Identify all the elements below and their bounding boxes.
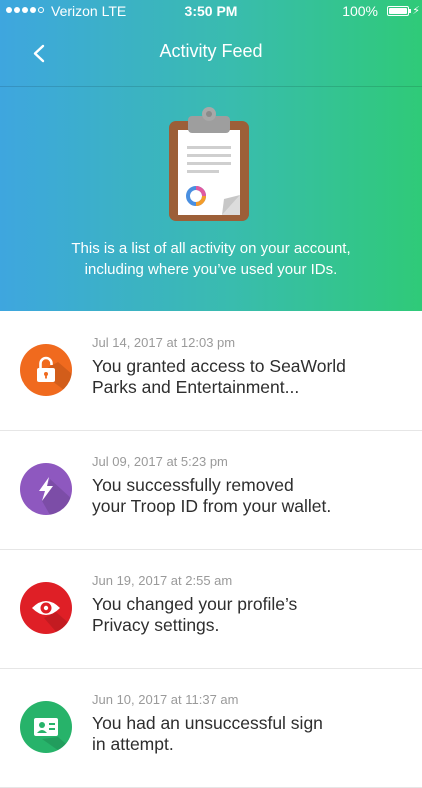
hero-description: This is a list of all activity on your a… [0,238,422,280]
eye-icon [20,582,72,634]
activity-message-line2: Parks and Entertainment... [92,377,300,397]
activity-message-line1: You changed your profile’s [92,594,298,614]
hero-description-line1: This is a list of all activity on your a… [71,240,351,257]
activity-message: You granted access to SeaWorld Parks and… [92,356,392,398]
activity-message: You successfully removed your Troop ID f… [92,475,392,517]
activity-message: You changed your profile’s Privacy setti… [92,594,392,636]
page-title: Activity Feed [159,41,263,61]
activity-date: Jul 14, 2017 at 12:03 pm [92,335,236,350]
activity-message: You had an unsuccessful sign in attempt. [92,713,392,755]
activity-message-line1: You granted access to SeaWorld [92,356,346,376]
activity-message-line2: in attempt. [92,734,174,754]
battery-tip [409,9,411,13]
activity-date: Jun 10, 2017 at 11:37 am [92,692,239,707]
clipboard-icon [166,105,256,228]
battery-icon [387,6,409,16]
unlock-icon [20,344,72,396]
activity-message-line1: You had an unsuccessful sign [92,713,323,733]
activity-message-line1: You successfully removed [92,475,294,495]
nav-bar: Activity Feed [0,24,422,87]
activity-message-line2: your Troop ID from your wallet. [92,496,332,516]
lightning-icon [20,463,72,515]
id-card-icon [20,701,72,753]
header: Verizon LTE 3:50 PM 100% ⚡ Activity Feed [0,0,422,311]
activity-item[interactable]: Jul 09, 2017 at 5:23 pm You successfully… [0,430,422,550]
activity-date: Jul 09, 2017 at 5:23 pm [92,454,228,469]
activity-message-line2: Privacy settings. [92,615,220,635]
activity-item[interactable]: Jul 14, 2017 at 12:03 pm You granted acc… [0,311,422,431]
activity-date: Jun 19, 2017 at 2:55 am [92,573,233,588]
activity-item[interactable]: Jun 19, 2017 at 2:55 am You changed your… [0,549,422,669]
status-bar: Verizon LTE 3:50 PM 100% ⚡ [0,0,422,24]
hero-description-line2: including where you’ve used your IDs. [84,261,338,278]
activity-item[interactable]: Jun 10, 2017 at 11:37 am You had an unsu… [0,668,422,788]
charging-icon: ⚡ [412,5,420,17]
battery-percent: 100% [342,3,378,19]
